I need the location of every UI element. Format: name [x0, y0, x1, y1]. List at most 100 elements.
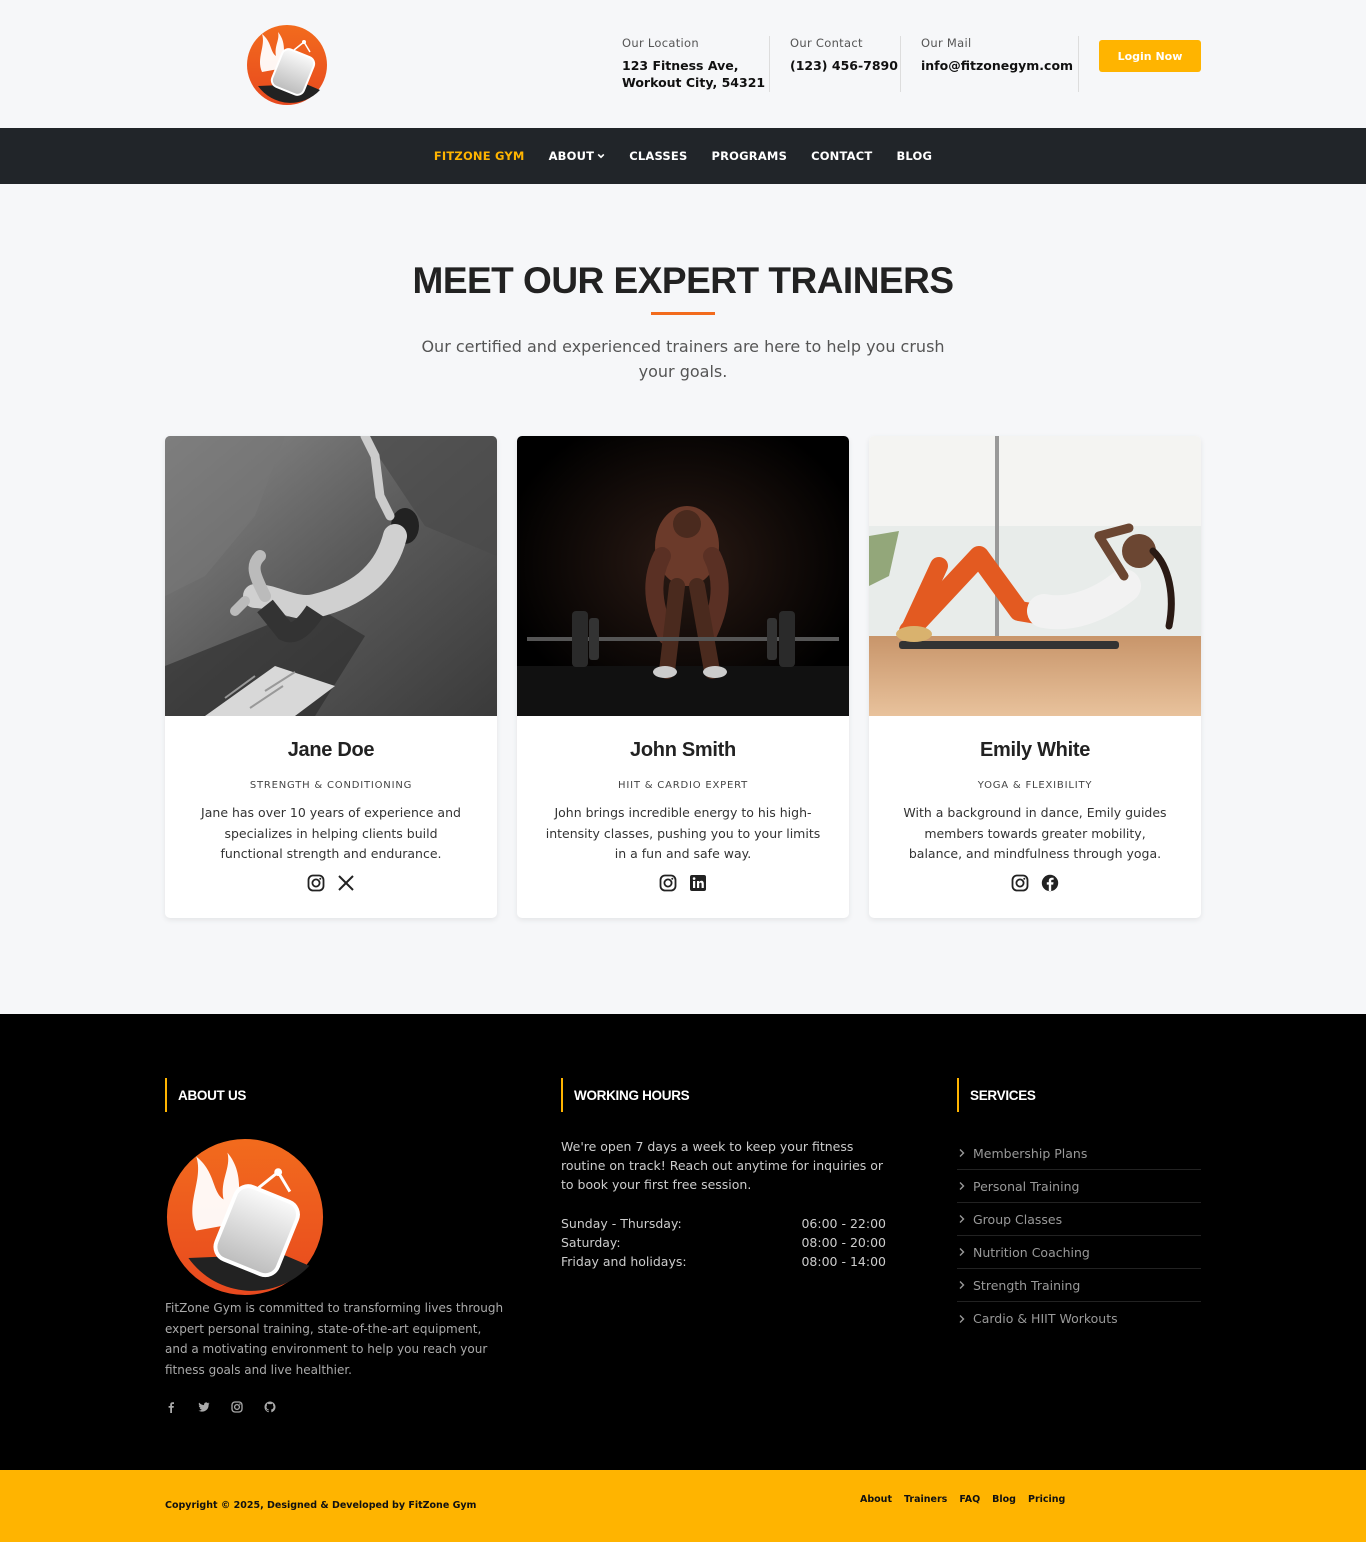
trainer-photo-deadlift [517, 436, 849, 716]
trainer-card-jane: Jane Doe STRENGTH & CONDITIONING Jane ha… [165, 436, 497, 918]
instagram-icon[interactable] [231, 1400, 243, 1413]
service-label: Personal Training [973, 1178, 1080, 1194]
bottom-links: About Trainers FAQ Blog Pricing [860, 1494, 1065, 1505]
service-label: Nutrition Coaching [973, 1244, 1090, 1260]
title-underline [651, 312, 715, 315]
linkedin-icon[interactable] [689, 874, 707, 892]
nav-contact[interactable]: CONTACT [811, 149, 872, 163]
github-icon[interactable] [264, 1400, 276, 1413]
trainer-photo-climber [165, 436, 497, 716]
copyright-bar: Copyright © 2025, Designed & Developed b… [0, 1470, 1366, 1542]
chevron-right-icon [959, 1149, 965, 1157]
login-button[interactable]: Login Now [1099, 40, 1201, 72]
footer-hours-title: WORKING HOURS [561, 1078, 690, 1112]
hours-time: 08:00 - 14:00 [801, 1254, 886, 1269]
trainer-description: With a background in dance, Emily guides… [903, 805, 1167, 861]
x-icon[interactable] [337, 874, 355, 892]
service-link-cardio-hiit[interactable]: Cardio & HIIT Workouts [957, 1302, 1201, 1335]
location-info: Our Location 123 Fitness Ave, Workout Ci… [622, 36, 765, 91]
chevron-right-icon [959, 1248, 965, 1256]
trainer-photo-yoga [869, 436, 1201, 716]
divider [900, 36, 901, 92]
footer-about-text: FitZone Gym is committed to transforming… [165, 1301, 504, 1377]
trainer-role: YOGA & FLEXIBILITY [977, 780, 1093, 791]
trainer-role: STRENGTH & CONDITIONING [249, 780, 413, 791]
nav-fitzone-gym[interactable]: FITZONE GYM [434, 149, 525, 163]
trainer-name: Emily White [979, 739, 1091, 761]
contact-phone[interactable]: (123) 456-7890 [790, 57, 898, 74]
nav-about-label: ABOUT [548, 149, 595, 163]
copyright-text: Copyright © 2025, Designed & Developed b… [165, 1500, 477, 1511]
trainer-name: Jane Doe [287, 739, 375, 761]
hours-row: Sunday - Thursday: 06:00 - 22:00 [561, 1216, 886, 1231]
service-link-membership[interactable]: Membership Plans [957, 1137, 1201, 1170]
bottom-link-trainers[interactable]: Trainers [904, 1494, 947, 1505]
hours-day: Saturday: [561, 1235, 621, 1250]
facebook-icon[interactable] [1041, 874, 1059, 892]
location-line1: 123 Fitness Ave, [622, 58, 739, 73]
hours-day: Friday and holidays: [561, 1254, 687, 1269]
nav-classes[interactable]: CLASSES [629, 149, 687, 163]
chevron-right-icon [959, 1281, 965, 1289]
location-label: Our Location [622, 36, 699, 50]
bottom-link-faq[interactable]: FAQ [959, 1494, 980, 1505]
trainer-card-john: John Smith HIIT & CARDIO EXPERT John bri… [517, 436, 849, 918]
footer-about-title: ABOUT US [165, 1078, 246, 1112]
trainer-description: Jane has over 10 years of experience and… [201, 805, 461, 861]
divider [769, 36, 770, 92]
mail-address[interactable]: info@fitzonegym.com [921, 57, 1073, 74]
bottom-link-blog[interactable]: Blog [992, 1494, 1016, 1505]
footer-social-links [165, 1400, 276, 1413]
contact-info: Our Contact (123) 456-7890 [790, 36, 898, 74]
facebook-icon[interactable] [165, 1400, 177, 1413]
chevron-right-icon [959, 1314, 965, 1323]
instagram-icon[interactable] [1011, 874, 1029, 892]
location-line2: Workout City, 54321 [622, 75, 766, 90]
trainer-description: John brings incredible energy to his hig… [545, 805, 821, 861]
section-subtitle: Our certified and experienced trainers a… [421, 337, 945, 381]
services-list: Membership Plans Personal Training Group… [957, 1137, 1201, 1335]
service-label: Membership Plans [973, 1145, 1088, 1161]
twitter-icon[interactable] [198, 1400, 210, 1412]
trainer-social-links [165, 874, 497, 892]
service-label: Strength Training [973, 1277, 1081, 1293]
trainer-social-links [517, 874, 849, 892]
footer: ABOUT US FitZone Gym is committed to tra… [0, 1014, 1366, 1470]
divider [1078, 36, 1079, 92]
footer-services-title: SERVICES [957, 1078, 1036, 1112]
nav-about[interactable]: ABOUT [549, 149, 606, 163]
bottom-link-pricing[interactable]: Pricing [1028, 1494, 1065, 1505]
service-label: Group Classes [973, 1211, 1063, 1227]
footer-hours-text: We're open 7 days a week to keep your fi… [561, 1139, 884, 1192]
instagram-icon[interactable] [659, 874, 677, 892]
hours-time: 08:00 - 20:00 [801, 1235, 886, 1250]
contact-label: Our Contact [790, 36, 863, 50]
mail-info: Our Mail info@fitzonegym.com [921, 36, 1073, 74]
hours-time: 06:00 - 22:00 [801, 1216, 886, 1231]
main-nav: FITZONE GYM ABOUT CLASSES PROGRAMS CONTA… [0, 128, 1366, 184]
service-link-group-classes[interactable]: Group Classes [957, 1203, 1201, 1236]
fitzone-logo [166, 1138, 324, 1296]
trainer-role: HIIT & CARDIO EXPERT [618, 780, 748, 791]
trainer-social-links [869, 874, 1201, 892]
trainer-card-emily: Emily White YOGA & FLEXIBILITY With a ba… [869, 436, 1201, 918]
nav-blog[interactable]: BLOG [896, 149, 932, 163]
bottom-link-about[interactable]: About [860, 1494, 892, 1505]
instagram-icon[interactable] [307, 874, 325, 892]
nav-programs[interactable]: PROGRAMS [711, 149, 787, 163]
trainer-name: John Smith [630, 739, 736, 761]
hours-day: Sunday - Thursday: [561, 1216, 682, 1231]
hours-row: Friday and holidays: 08:00 - 14:00 [561, 1254, 886, 1269]
chevron-right-icon [959, 1182, 965, 1190]
hours-row: Saturday: 08:00 - 20:00 [561, 1235, 886, 1250]
mail-label: Our Mail [921, 36, 972, 50]
section-title: MEET OUR EXPERT TRAINERS [412, 260, 955, 301]
fitzone-logo[interactable] [246, 24, 328, 106]
top-header: Our Location 123 Fitness Ave, Workout Ci… [0, 0, 1366, 128]
service-link-nutrition[interactable]: Nutrition Coaching [957, 1236, 1201, 1269]
service-label: Cardio & HIIT Workouts [973, 1311, 1118, 1326]
chevron-right-icon [959, 1215, 965, 1223]
service-link-strength[interactable]: Strength Training [957, 1269, 1201, 1302]
service-link-personal-training[interactable]: Personal Training [957, 1170, 1201, 1203]
chevron-down-icon [597, 153, 605, 159]
